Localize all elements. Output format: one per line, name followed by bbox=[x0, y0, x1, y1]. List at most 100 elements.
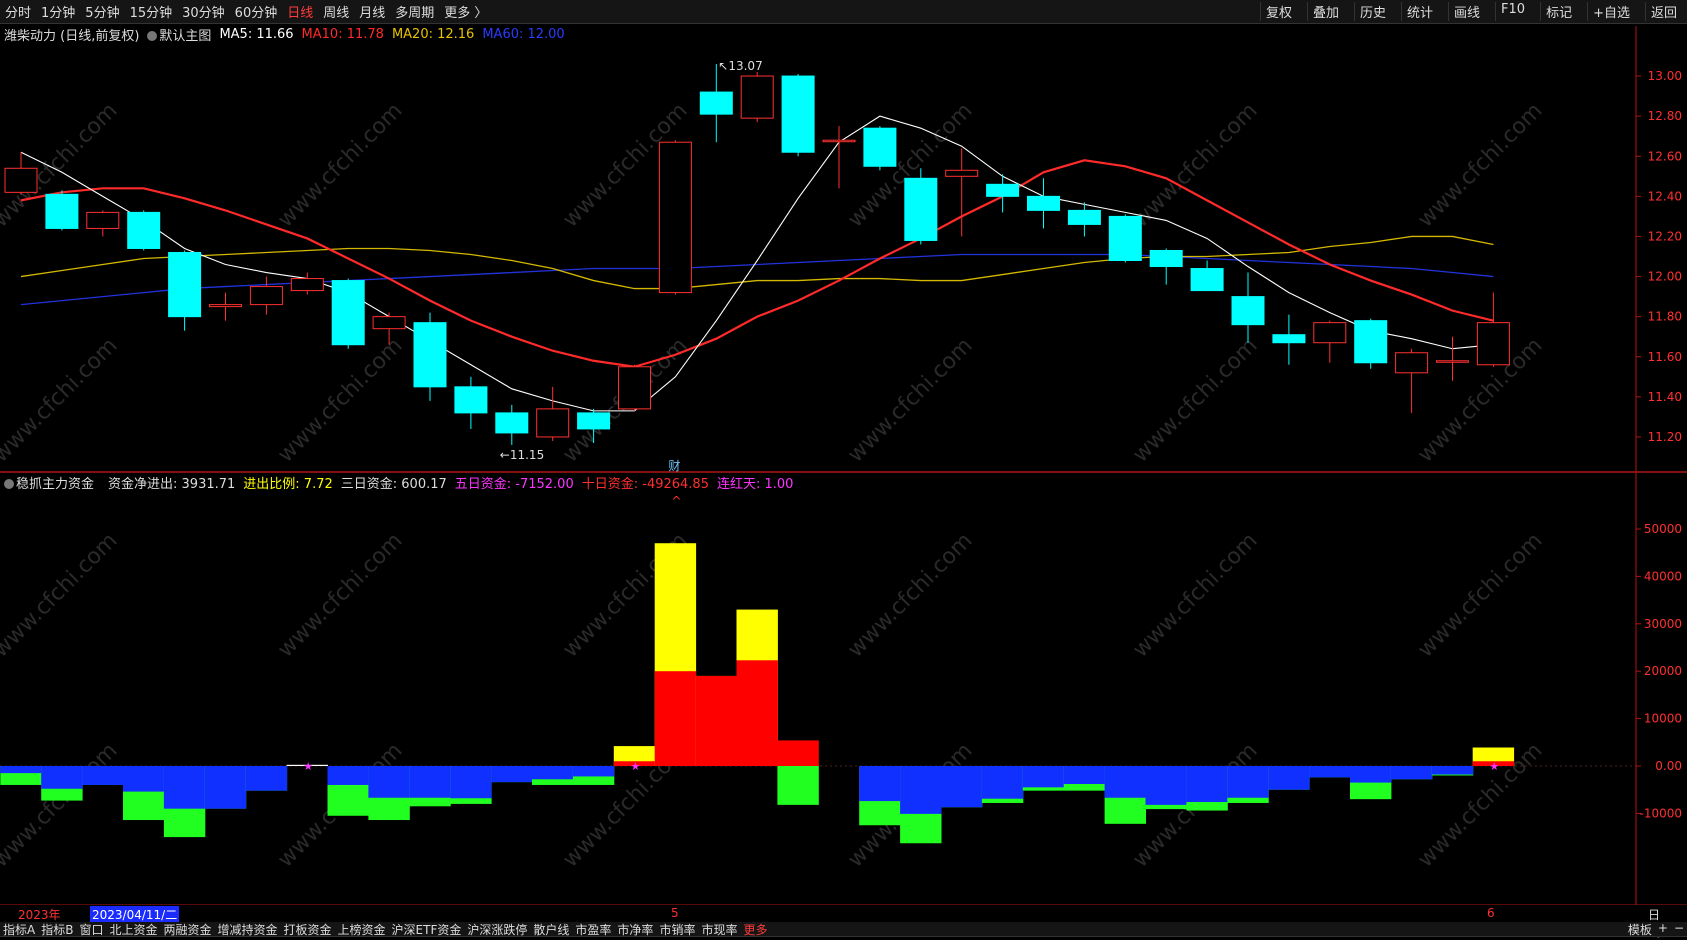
watermark-text: www.cfchi.com bbox=[0, 738, 123, 872]
candle-body bbox=[209, 304, 242, 308]
chart-canvas[interactable]: www.cfchi.com www.cfchi.com www.cfchi.com w… bbox=[0, 0, 1687, 905]
candle-body bbox=[1436, 360, 1469, 363]
indicator-tab[interactable]: 沪深ETF资金 bbox=[392, 921, 462, 938]
signal-star-marker: ★ bbox=[631, 760, 641, 773]
ma20-line bbox=[20, 235, 1494, 290]
fund-tick-label: 30000 bbox=[1644, 617, 1682, 631]
date-axis: 2023年 2023/04/11/二 5 6 日线 bbox=[0, 905, 1660, 939]
fund-net-bar bbox=[532, 766, 574, 780]
indicator-tab[interactable]: 更多 bbox=[743, 921, 767, 938]
fund-net-bar bbox=[41, 766, 83, 789]
price-tick-label: 12.40 bbox=[1648, 189, 1682, 203]
fund-net-bar bbox=[1309, 766, 1351, 778]
month-5-label: 5 bbox=[671, 906, 679, 920]
candle-body bbox=[1108, 215, 1142, 262]
indicator-tab[interactable]: 市盈率 bbox=[575, 921, 611, 938]
candle-body bbox=[1272, 334, 1306, 344]
month-6-label: 6 bbox=[1487, 906, 1495, 920]
indicator-tab[interactable]: 市净率 bbox=[617, 921, 653, 938]
candle-body bbox=[577, 412, 611, 430]
indicator-tab[interactable]: 指标A bbox=[3, 921, 35, 938]
candle-body bbox=[1067, 209, 1101, 225]
fund-net-bar bbox=[1390, 766, 1433, 780]
fund-net-bar bbox=[1104, 766, 1146, 798]
panel-control[interactable]: + bbox=[1658, 921, 1668, 938]
candle-body bbox=[1231, 296, 1265, 326]
fund-tick-label: -10000 bbox=[1639, 806, 1682, 820]
candle-body bbox=[1476, 322, 1510, 366]
bottom-right-controls: 模板 + − bbox=[1625, 921, 1687, 938]
watermark-text: www.cfchi.com bbox=[0, 528, 123, 662]
panel-control[interactable]: − bbox=[1674, 921, 1684, 938]
candle-body bbox=[372, 316, 406, 330]
panel-control[interactable]: 模板 bbox=[1628, 921, 1652, 938]
indicator-tab[interactable]: 市销率 bbox=[659, 921, 695, 938]
indicator-tab[interactable]: 指标B bbox=[41, 921, 73, 938]
fund-tick-label: 20000 bbox=[1644, 664, 1682, 678]
event-arrow: ^ bbox=[671, 494, 681, 508]
candle-body bbox=[4, 167, 38, 193]
price-tick-label: 11.80 bbox=[1648, 310, 1682, 324]
fund-net-bar bbox=[368, 766, 410, 798]
candle-body bbox=[454, 386, 488, 414]
fund-main-bar bbox=[654, 671, 697, 766]
candle-body bbox=[1027, 195, 1060, 211]
candle-body bbox=[413, 322, 447, 388]
price-tick-label: 12.00 bbox=[1648, 270, 1682, 284]
price-tick-label: 11.20 bbox=[1648, 430, 1682, 444]
candle-body bbox=[1313, 322, 1347, 344]
watermark-text: www.cfchi.com bbox=[1128, 528, 1262, 662]
indicator-tab[interactable]: 市现率 bbox=[701, 921, 737, 938]
indicator-tab[interactable]: 北上资金 bbox=[109, 921, 157, 938]
signal-star-marker: ★ bbox=[1489, 760, 1499, 773]
fund-net-bar bbox=[1350, 766, 1392, 783]
watermark-text: www.cfchi.com bbox=[273, 528, 407, 662]
fund-net-bar bbox=[123, 766, 165, 792]
fund-net-bar bbox=[491, 766, 533, 783]
candle-body bbox=[986, 183, 1020, 197]
indicator-tab[interactable]: 窗口 bbox=[79, 921, 103, 938]
fund-net-bar bbox=[204, 766, 247, 809]
indicator-tabs: 指标A 指标B 窗口 北上资金 两融资金 增减持资金 打板资金 上榜资金 沪深ETF资金 沪深涨跌… bbox=[0, 921, 770, 938]
indicator-tab[interactable]: 散户线 bbox=[533, 921, 569, 938]
fund-net-bar bbox=[245, 766, 288, 791]
candle-body bbox=[1149, 249, 1183, 268]
watermark-text: www.cfchi.com bbox=[843, 528, 977, 662]
watermark-text: www.cfchi.com bbox=[843, 333, 977, 467]
candle-body bbox=[822, 139, 856, 143]
watermark-text: www.cfchi.com bbox=[1413, 528, 1547, 662]
signal-star-marker: ★ bbox=[303, 760, 313, 773]
fund-net-bar bbox=[900, 766, 942, 814]
fund-net-bar bbox=[1063, 766, 1106, 785]
watermark-text: www.cfchi.com bbox=[1128, 98, 1262, 232]
indicator-tab[interactable]: 两融资金 bbox=[163, 921, 211, 938]
candle-body bbox=[249, 286, 283, 306]
candle-body bbox=[699, 91, 733, 115]
candle-body bbox=[1354, 320, 1388, 364]
watermark-text: www.cfchi.com bbox=[1128, 333, 1262, 467]
candle-body bbox=[331, 280, 365, 346]
price-tick-label: 12.20 bbox=[1648, 229, 1682, 243]
candle-body bbox=[904, 177, 938, 241]
fund-net-bar bbox=[981, 766, 1024, 799]
candle-body bbox=[495, 412, 529, 434]
candle-body bbox=[863, 127, 897, 167]
candle-body bbox=[781, 75, 815, 153]
indicator-tabs-bar: 指标A 指标B 窗口 北上资金 两融资金 增减持资金 打板资金 上榜资金 沪深ETF资金 沪深涨跌… bbox=[0, 921, 1687, 938]
price-tick-label: 12.60 bbox=[1648, 149, 1682, 163]
candle-body bbox=[290, 278, 324, 292]
candle-body bbox=[618, 366, 651, 410]
fund-net-bar bbox=[409, 766, 451, 798]
candle-body bbox=[1190, 268, 1224, 292]
fund-tick-label: 40000 bbox=[1644, 569, 1682, 583]
indicator-tab[interactable]: 上榜资金 bbox=[338, 921, 386, 938]
indicator-tab[interactable]: 沪深涨跌停 bbox=[467, 921, 527, 938]
fund-net-bar bbox=[1268, 766, 1310, 790]
indicator-tab[interactable]: 打板资金 bbox=[284, 921, 332, 938]
candle-body bbox=[1395, 352, 1429, 374]
fund-net-bar bbox=[82, 766, 124, 785]
fund-net-bar bbox=[1227, 766, 1269, 798]
indicator-tab[interactable]: 增减持资金 bbox=[218, 921, 278, 938]
watermark-text: www.cfchi.com bbox=[0, 333, 123, 467]
candle-body bbox=[536, 408, 570, 438]
